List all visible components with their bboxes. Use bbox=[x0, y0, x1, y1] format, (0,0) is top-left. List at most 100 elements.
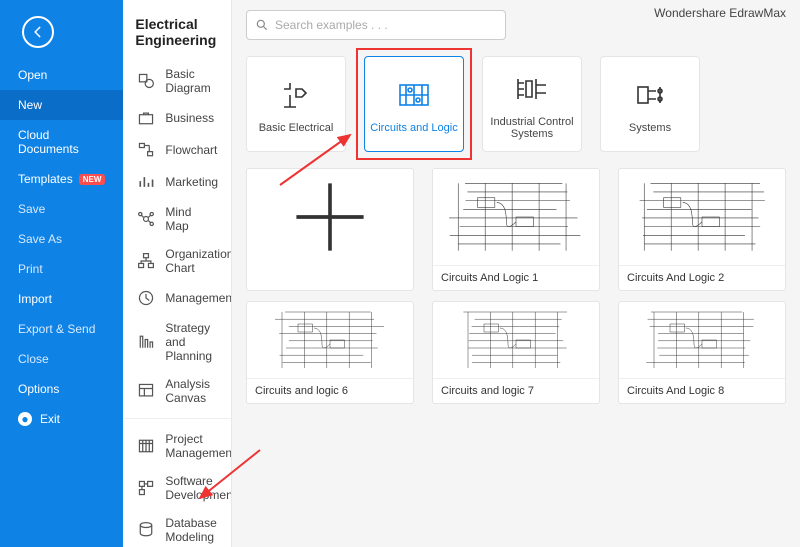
template-card[interactable]: Circuits and logic 6 bbox=[246, 301, 414, 404]
template-label: Circuits and logic 7 bbox=[433, 378, 599, 403]
tile-icon bbox=[393, 74, 435, 116]
category-item-label: Strategy and Planning bbox=[165, 321, 217, 363]
tile-systems[interactable]: Systems bbox=[600, 56, 700, 152]
proj-icon bbox=[137, 437, 155, 455]
category-item-mind-map[interactable]: Mind Map bbox=[123, 198, 231, 240]
template-card[interactable]: Circuits And Logic 1 bbox=[432, 168, 600, 291]
template-thumb bbox=[247, 302, 413, 378]
sidebar-item-label: Templates bbox=[18, 172, 73, 186]
sidebar-item-label: Close bbox=[18, 352, 49, 366]
sidebar-item-label: Open bbox=[18, 68, 47, 82]
divider bbox=[123, 418, 231, 419]
category-item-basic-diagram[interactable]: Basic Diagram bbox=[123, 60, 231, 102]
tile-basic-electrical[interactable]: Basic Electrical bbox=[246, 56, 346, 152]
template-label: Circuits and logic 6 bbox=[247, 378, 413, 403]
bars-icon bbox=[137, 173, 155, 191]
sidebar-item-new[interactable]: New bbox=[0, 90, 123, 120]
category-item-business[interactable]: Business bbox=[123, 102, 231, 134]
category-list: Basic Diagram Business Flowchart Marketing M… bbox=[123, 60, 231, 547]
tile-row: Basic Electrical Circuits and Logic Indust… bbox=[232, 50, 800, 162]
tile-icon bbox=[511, 68, 553, 110]
sidebar-item-exit[interactable]: ● Exit bbox=[0, 404, 123, 434]
category-item-database-modeling[interactable]: Database Modeling bbox=[123, 509, 231, 547]
sidebar-item-templates[interactable]: Templates NEW bbox=[0, 164, 123, 194]
search-icon bbox=[255, 18, 269, 32]
sidebar-item-label: Print bbox=[18, 262, 43, 276]
brand-label: Wondershare EdrawMax bbox=[654, 6, 786, 20]
sidebar-item-options[interactable]: Options bbox=[0, 374, 123, 404]
tile-circuits-and-logic[interactable]: Circuits and Logic bbox=[364, 56, 464, 152]
template-card[interactable]: Circuits And Logic 2 bbox=[618, 168, 786, 291]
template-thumb bbox=[619, 302, 785, 378]
category-item-label: Marketing bbox=[165, 175, 218, 189]
category-item-marketing[interactable]: Marketing bbox=[123, 166, 231, 198]
category-item-strategy-and-planning[interactable]: Strategy and Planning bbox=[123, 314, 231, 370]
template-card[interactable] bbox=[246, 168, 414, 291]
search-box[interactable] bbox=[246, 10, 506, 40]
category-column: Electrical Engineering Basic Diagram Busi… bbox=[123, 0, 232, 547]
org-icon bbox=[137, 252, 155, 270]
category-item-label: Analysis Canvas bbox=[165, 377, 217, 405]
category-item-project-management[interactable]: Project Management bbox=[123, 425, 231, 467]
template-label: Circuits And Logic 2 bbox=[619, 265, 785, 290]
strategy-icon bbox=[137, 333, 155, 351]
template-card[interactable]: Circuits and logic 7 bbox=[432, 301, 600, 404]
briefcase-icon bbox=[137, 109, 155, 127]
sidebar-item-import[interactable]: Import bbox=[0, 284, 123, 314]
category-item-label: Basic Diagram bbox=[165, 67, 217, 95]
sidebar-item-export-send[interactable]: Export & Send bbox=[0, 314, 123, 344]
template-card[interactable]: Circuits And Logic 8 bbox=[618, 301, 786, 404]
search-input[interactable] bbox=[275, 18, 497, 32]
category-item-software-development[interactable]: Software Development bbox=[123, 467, 231, 509]
template-label: Circuits And Logic 1 bbox=[433, 265, 599, 290]
sidebar-item-label: Save As bbox=[18, 232, 62, 246]
shape-icon bbox=[137, 72, 155, 90]
mind-icon bbox=[137, 210, 155, 228]
tile-label: Circuits and Logic bbox=[370, 122, 457, 134]
sidebar-item-label: Cloud Documents bbox=[18, 128, 105, 156]
sidebar-item-save[interactable]: Save bbox=[0, 194, 123, 224]
category-item-organizational-chart[interactable]: Organizational Chart bbox=[123, 240, 231, 282]
sidebar-item-label: Export & Send bbox=[18, 322, 95, 336]
sidebar-item-print[interactable]: Print bbox=[0, 254, 123, 284]
category-item-flowchart[interactable]: Flowchart bbox=[123, 134, 231, 166]
template-thumb bbox=[433, 302, 599, 378]
arrow-left-icon bbox=[31, 25, 45, 39]
sidebar-item-label: Options bbox=[18, 382, 59, 396]
flow-icon bbox=[137, 141, 155, 159]
main-panel: Wondershare EdrawMax Basic Electrical Cir… bbox=[232, 0, 800, 547]
tile-icon bbox=[629, 74, 671, 116]
category-item-label: Software Development bbox=[165, 474, 231, 502]
tile-industrial-control-systems[interactable]: Industrial Control Systems bbox=[482, 56, 582, 152]
soft-icon bbox=[137, 479, 155, 497]
sidebar-item-label: New bbox=[18, 98, 42, 112]
category-item-label: Mind Map bbox=[165, 205, 217, 233]
exit-icon: ● bbox=[18, 412, 32, 426]
tile-label: Industrial Control Systems bbox=[487, 116, 577, 140]
template-thumb bbox=[433, 169, 599, 265]
sidebar-item-open[interactable]: Open bbox=[0, 60, 123, 90]
tile-label: Basic Electrical bbox=[259, 122, 334, 134]
sidebar-item-close[interactable]: Close bbox=[0, 344, 123, 374]
back-button[interactable] bbox=[22, 16, 54, 48]
db-icon bbox=[137, 521, 155, 539]
category-item-label: Business bbox=[165, 111, 214, 125]
sidebar-item-label: Import bbox=[18, 292, 52, 306]
category-item-label: Database Modeling bbox=[165, 516, 217, 544]
template-thumb bbox=[619, 169, 785, 265]
new-badge: NEW bbox=[79, 174, 106, 185]
category-item-analysis-canvas[interactable]: Analysis Canvas bbox=[123, 370, 231, 412]
new-blank-icon bbox=[247, 169, 413, 265]
sidebar-item-label: Exit bbox=[40, 412, 60, 426]
tile-label: Systems bbox=[629, 122, 671, 134]
sidebar-item-save-as[interactable]: Save As bbox=[0, 224, 123, 254]
mgmt-icon bbox=[137, 289, 155, 307]
sidebar-item-label: Save bbox=[18, 202, 45, 216]
category-item-management[interactable]: Management bbox=[123, 282, 231, 314]
page-title: Electrical Engineering bbox=[123, 0, 231, 60]
category-item-label: Project Management bbox=[165, 432, 231, 460]
canvas-icon bbox=[137, 382, 155, 400]
tile-icon bbox=[275, 74, 317, 116]
category-item-label: Organizational Chart bbox=[165, 247, 231, 275]
sidebar-item-cloud-documents[interactable]: Cloud Documents bbox=[0, 120, 123, 164]
